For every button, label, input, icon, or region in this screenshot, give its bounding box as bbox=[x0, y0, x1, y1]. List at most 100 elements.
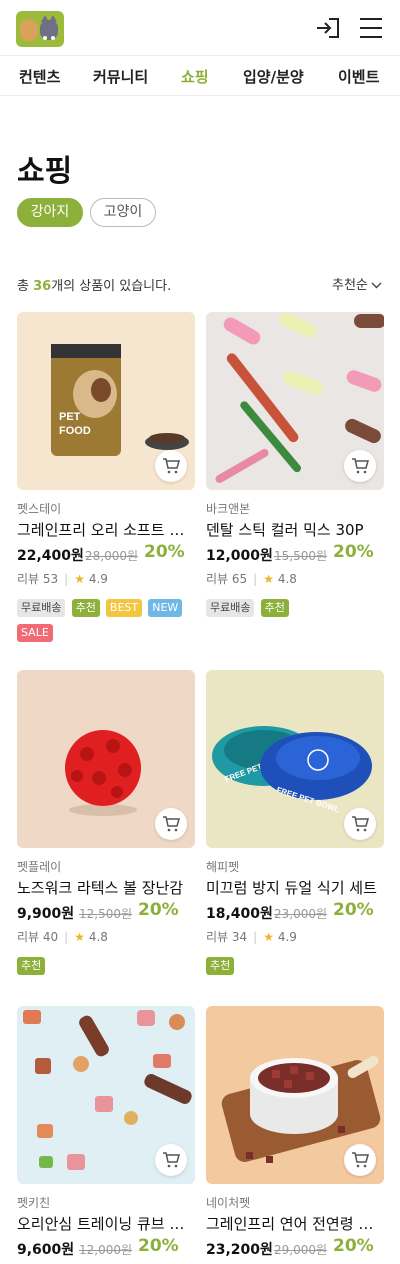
dog-logo-icon bbox=[20, 19, 38, 41]
cart-icon bbox=[163, 458, 180, 474]
cat-eye bbox=[51, 36, 55, 40]
product-brand: 네이처펫 bbox=[206, 1196, 251, 1210]
add-to-cart-button[interactable] bbox=[344, 1144, 376, 1176]
product-name[interactable]: 그레인프리 연어 전연령 사료 bbox=[206, 1213, 384, 1234]
product-name[interactable]: 덴탈 스틱 컬러 믹스 30P bbox=[206, 519, 384, 540]
tag-free-shipping: 무료배송 bbox=[206, 599, 255, 617]
add-to-cart-button[interactable] bbox=[344, 808, 376, 840]
product-brand: 펫스테이 bbox=[17, 502, 62, 516]
nav-item-adoption[interactable]: 입양/분양 bbox=[243, 66, 304, 87]
product-tags: 무료배송 추천 bbox=[206, 596, 384, 621]
review-count: 리뷰 65 bbox=[206, 572, 248, 586]
product-card[interactable]: 네이처펫 그레인프리 연어 전연령 사료 23,200원 29,000원 20% bbox=[206, 1006, 384, 1258]
discount-rate: 20% bbox=[138, 1236, 179, 1256]
review-count: 리뷰 40 bbox=[17, 930, 59, 944]
add-to-cart-button[interactable] bbox=[155, 450, 187, 482]
star-icon: ★ bbox=[74, 572, 85, 586]
rating: 4.8 bbox=[277, 572, 297, 586]
cart-icon bbox=[352, 458, 369, 474]
product-name[interactable]: 미끄럼 방지 듀얼 식기 세트 bbox=[206, 877, 384, 898]
cart-icon bbox=[352, 816, 369, 832]
product-card[interactable]: FREE PET BOWL FREE PET BOWL 해피펫 미끄럼 방지 듀… bbox=[206, 670, 384, 975]
tag-recommended: 추천 bbox=[17, 957, 46, 975]
product-name[interactable]: 그레인프리 오리 소프트 사료 bbox=[17, 519, 195, 540]
product-image[interactable] bbox=[17, 670, 195, 848]
product-image[interactable]: FREE PET BOWL FREE PET BOWL bbox=[206, 670, 384, 848]
original-price: 15,500원 bbox=[274, 549, 328, 563]
count-number: 36 bbox=[33, 279, 52, 294]
discount-rate: 20% bbox=[333, 542, 374, 562]
original-price: 12,000원 bbox=[79, 1243, 133, 1257]
main-nav: 컨텐츠 커뮤니티 쇼핑 입양/분양 이벤트 bbox=[0, 56, 400, 96]
filter-chip-cat[interactable]: 고양이 bbox=[90, 198, 156, 227]
cat-eye bbox=[43, 36, 47, 40]
product-image[interactable]: PET FOOD bbox=[17, 312, 195, 490]
filter-chip-dog[interactable]: 강아지 bbox=[17, 198, 83, 227]
product-price: 12,000원 bbox=[206, 548, 273, 564]
review-info: 리뷰 40 | ★ 4.8 bbox=[17, 928, 108, 945]
product-brand: 펫키친 bbox=[17, 1196, 51, 1210]
sort-dropdown[interactable]: 추천순 bbox=[332, 274, 382, 293]
product-card[interactable]: 바크앤본 덴탈 스틱 컬러 믹스 30P 12,000원 15,500원 20%… bbox=[206, 312, 384, 617]
login-icon[interactable] bbox=[315, 16, 341, 40]
tag-recommended: 추천 bbox=[206, 957, 235, 975]
product-image[interactable] bbox=[206, 1006, 384, 1184]
divider: | bbox=[253, 930, 258, 944]
cart-icon bbox=[352, 1152, 369, 1168]
product-card[interactable]: 펫플레이 노즈워크 라텍스 볼 장난감 9,900원 12,500원 20% 리… bbox=[17, 670, 195, 975]
product-name[interactable]: 오리안심 트레이닝 큐브 간식 bbox=[17, 1213, 195, 1234]
original-price: 29,000원 bbox=[274, 1243, 328, 1257]
add-to-cart-button[interactable] bbox=[344, 450, 376, 482]
count-suffix: 개의 상품이 있습니다. bbox=[51, 279, 172, 294]
review-count: 리뷰 53 bbox=[17, 572, 59, 586]
product-count: 총 36개의 상품이 있습니다. bbox=[17, 275, 171, 294]
original-price: 12,500원 bbox=[79, 907, 133, 921]
hamburger-menu-icon[interactable] bbox=[358, 16, 384, 40]
review-info: 리뷰 34 | ★ 4.9 bbox=[206, 928, 297, 945]
nav-item-shopping[interactable]: 쇼핑 bbox=[181, 66, 209, 87]
discount-rate: 20% bbox=[333, 1236, 374, 1256]
original-price: 28,000원 bbox=[85, 549, 139, 563]
product-name[interactable]: 노즈워크 라텍스 볼 장난감 bbox=[17, 877, 195, 898]
sort-label: 추천순 bbox=[332, 278, 368, 293]
nav-item-contents[interactable]: 컨텐츠 bbox=[19, 66, 60, 87]
tag-new: NEW bbox=[148, 599, 183, 617]
product-image[interactable] bbox=[17, 1006, 195, 1184]
divider: | bbox=[64, 930, 69, 944]
svg-text:FOOD: FOOD bbox=[59, 425, 91, 437]
product-card[interactable]: 펫키친 오리안심 트레이닝 큐브 간식 9,600원 12,000원 20% bbox=[17, 1006, 195, 1258]
product-price: 18,400원 bbox=[206, 906, 273, 922]
star-icon: ★ bbox=[74, 930, 85, 944]
product-card[interactable]: PET FOOD 펫스테이 그레인프리 오리 소프트 사료 22,400원 28… bbox=[17, 312, 195, 642]
review-info: 리뷰 53 | ★ 4.9 bbox=[17, 570, 108, 587]
nav-item-events[interactable]: 이벤트 bbox=[338, 66, 379, 87]
tag-recommended: 추천 bbox=[71, 599, 100, 617]
tag-free-shipping: 무료배송 bbox=[17, 599, 66, 617]
nav-item-community[interactable]: 커뮤니티 bbox=[93, 66, 148, 87]
count-prefix: 총 bbox=[17, 279, 34, 294]
divider: | bbox=[253, 572, 258, 586]
discount-rate: 20% bbox=[138, 900, 179, 920]
review-info: 리뷰 65 | ★ 4.8 bbox=[206, 570, 297, 587]
product-image[interactable] bbox=[206, 312, 384, 490]
product-brand: 바크앤본 bbox=[206, 502, 251, 516]
star-icon: ★ bbox=[263, 930, 274, 944]
discount-rate: 20% bbox=[144, 542, 185, 562]
star-icon: ★ bbox=[263, 572, 274, 586]
product-brand: 해피펫 bbox=[206, 860, 240, 874]
logo[interactable] bbox=[16, 11, 64, 47]
add-to-cart-button[interactable] bbox=[155, 1144, 187, 1176]
page-title: 쇼핑 bbox=[17, 154, 73, 189]
add-to-cart-button[interactable] bbox=[155, 808, 187, 840]
product-tags: 무료배송 추천 BEST NEW SALE bbox=[17, 596, 195, 646]
rating: 4.9 bbox=[277, 930, 297, 944]
discount-rate: 20% bbox=[333, 900, 374, 920]
rating: 4.8 bbox=[88, 930, 108, 944]
cart-icon bbox=[163, 1152, 180, 1168]
product-brand: 펫플레이 bbox=[17, 860, 62, 874]
product-tags: 추천 bbox=[17, 954, 195, 979]
cat-logo-icon bbox=[40, 15, 58, 40]
rating: 4.9 bbox=[88, 572, 108, 586]
product-tags: 추천 bbox=[206, 954, 384, 979]
product-price: 9,600원 bbox=[17, 1242, 75, 1258]
